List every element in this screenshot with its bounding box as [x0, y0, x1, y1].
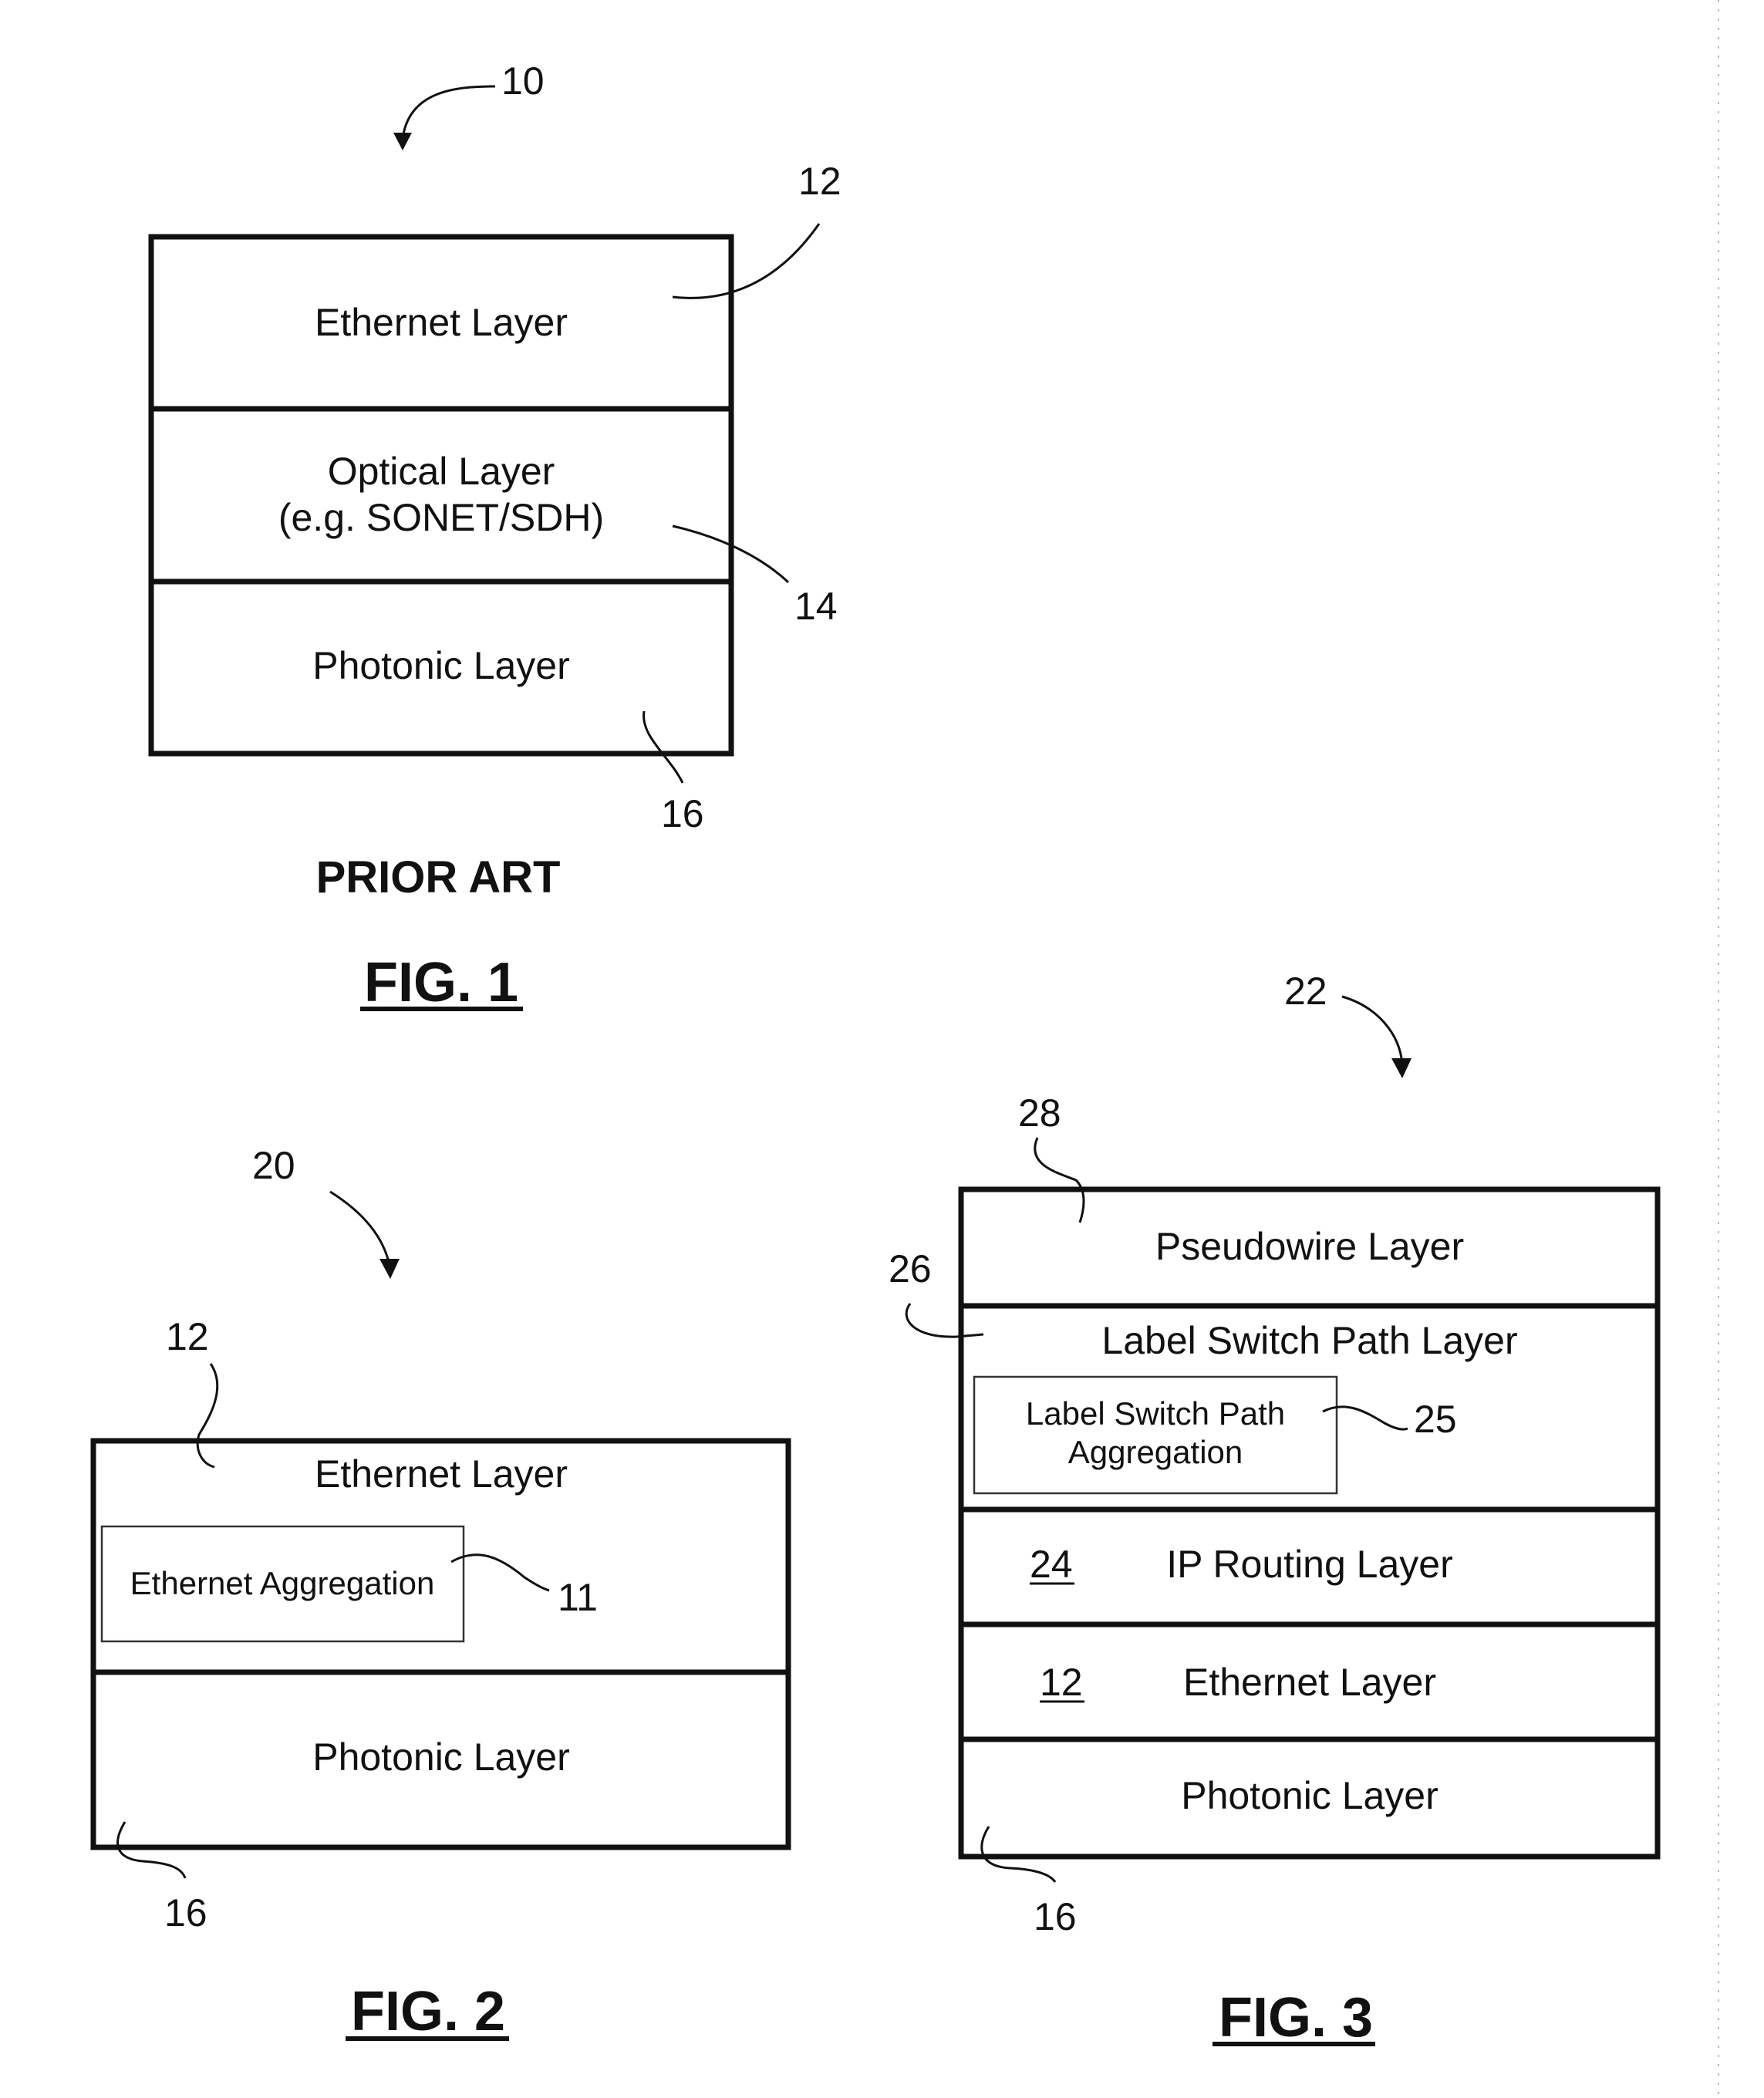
fig2-leader-11: [450, 1553, 550, 1592]
fig1-layer-photonic: Photonic Layer: [312, 644, 570, 687]
fig2-leader-12: [196, 1363, 219, 1469]
fig3-stack-box: [958, 1186, 1661, 1860]
fig1-ref-14: 14: [794, 585, 838, 628]
fig1-ref-12: 12: [798, 160, 842, 203]
fig1-caption: FIG. 1: [364, 952, 518, 1014]
fig1-ref-16: 16: [661, 792, 704, 835]
fig3-layer-photonic: Photonic Layer: [1181, 1774, 1439, 1817]
patent-drawing-sheet: 10 Ethernet Layer Optical Layer (e.g. SO…: [90, 0, 1719, 2098]
fig3-lsp-aggregation-label2: Aggregation: [1068, 1434, 1243, 1470]
fig3-leader-28: [1034, 1137, 1085, 1223]
fig1-arrow-10: [401, 85, 496, 140]
fig1-arrowhead-icon: [393, 133, 412, 150]
fig2-ref-20: 20: [252, 1144, 295, 1187]
fig2-ethernet-aggregation-label: Ethernet Aggregation: [130, 1565, 435, 1601]
fig2-layer-photonic: Photonic Layer: [312, 1735, 570, 1779]
fig2-ref-12: 12: [166, 1315, 209, 1358]
fig3-caption: FIG. 3: [1219, 1987, 1373, 2049]
fig3-arrow-22: [1341, 995, 1404, 1065]
fig3-ref-24-inline: 24: [1030, 1543, 1073, 1586]
fig2: 20 Ethernet Layer Ethernet Aggregation P…: [90, 1144, 791, 2042]
fig1-layer-optical: Optical Layer: [328, 450, 555, 493]
fig1-prior-art: PRIOR ART: [316, 852, 561, 902]
fig2-arrowhead-icon: [379, 1259, 400, 1279]
fig2-arrow-20: [329, 1190, 391, 1266]
fig3-layer-ip-routing: IP Routing Layer: [1166, 1543, 1453, 1586]
fig2-stack-box: [90, 1438, 791, 1850]
fig3-arrowhead-icon: [1391, 1058, 1412, 1078]
fig3-leader-25: [1322, 1405, 1408, 1431]
fig1-ref-10: 10: [501, 59, 545, 103]
fig3-ref-28: 28: [1018, 1091, 1061, 1135]
fig3-layer-pseudowire: Pseudowire Layer: [1155, 1225, 1464, 1268]
fig3-layer-ethernet: Ethernet Layer: [1183, 1661, 1436, 1704]
fig2-caption: FIG. 2: [351, 1981, 505, 2042]
fig2-layer-ethernet: Ethernet Layer: [315, 1452, 568, 1496]
fig3-ref-26: 26: [889, 1247, 932, 1290]
fig3-layer-lsp: Label Switch Path Layer: [1101, 1319, 1517, 1362]
fig1-layer-optical-sub: (e.g. SONET/SDH): [278, 496, 604, 539]
fig2-ref-11: 11: [558, 1576, 598, 1619]
fig1: 10 Ethernet Layer Optical Layer (e.g. SO…: [148, 59, 842, 1014]
fig3-ref-12-inline: 12: [1040, 1661, 1083, 1704]
fig1-layer-ethernet: Ethernet Layer: [315, 301, 568, 344]
fig3-ref-22: 22: [1284, 970, 1327, 1013]
fig3: 22 Pseudowire Layer Label Switch Path La…: [889, 970, 1661, 2049]
fig3-lsp-aggregation-label: Label Switch Path: [1026, 1395, 1285, 1432]
fig1-leader-16: [643, 710, 684, 784]
fig3-ref-25: 25: [1414, 1398, 1457, 1441]
fig2-ref-16: 16: [164, 1891, 207, 1934]
fig3-ref-16: 16: [1034, 1895, 1077, 1938]
